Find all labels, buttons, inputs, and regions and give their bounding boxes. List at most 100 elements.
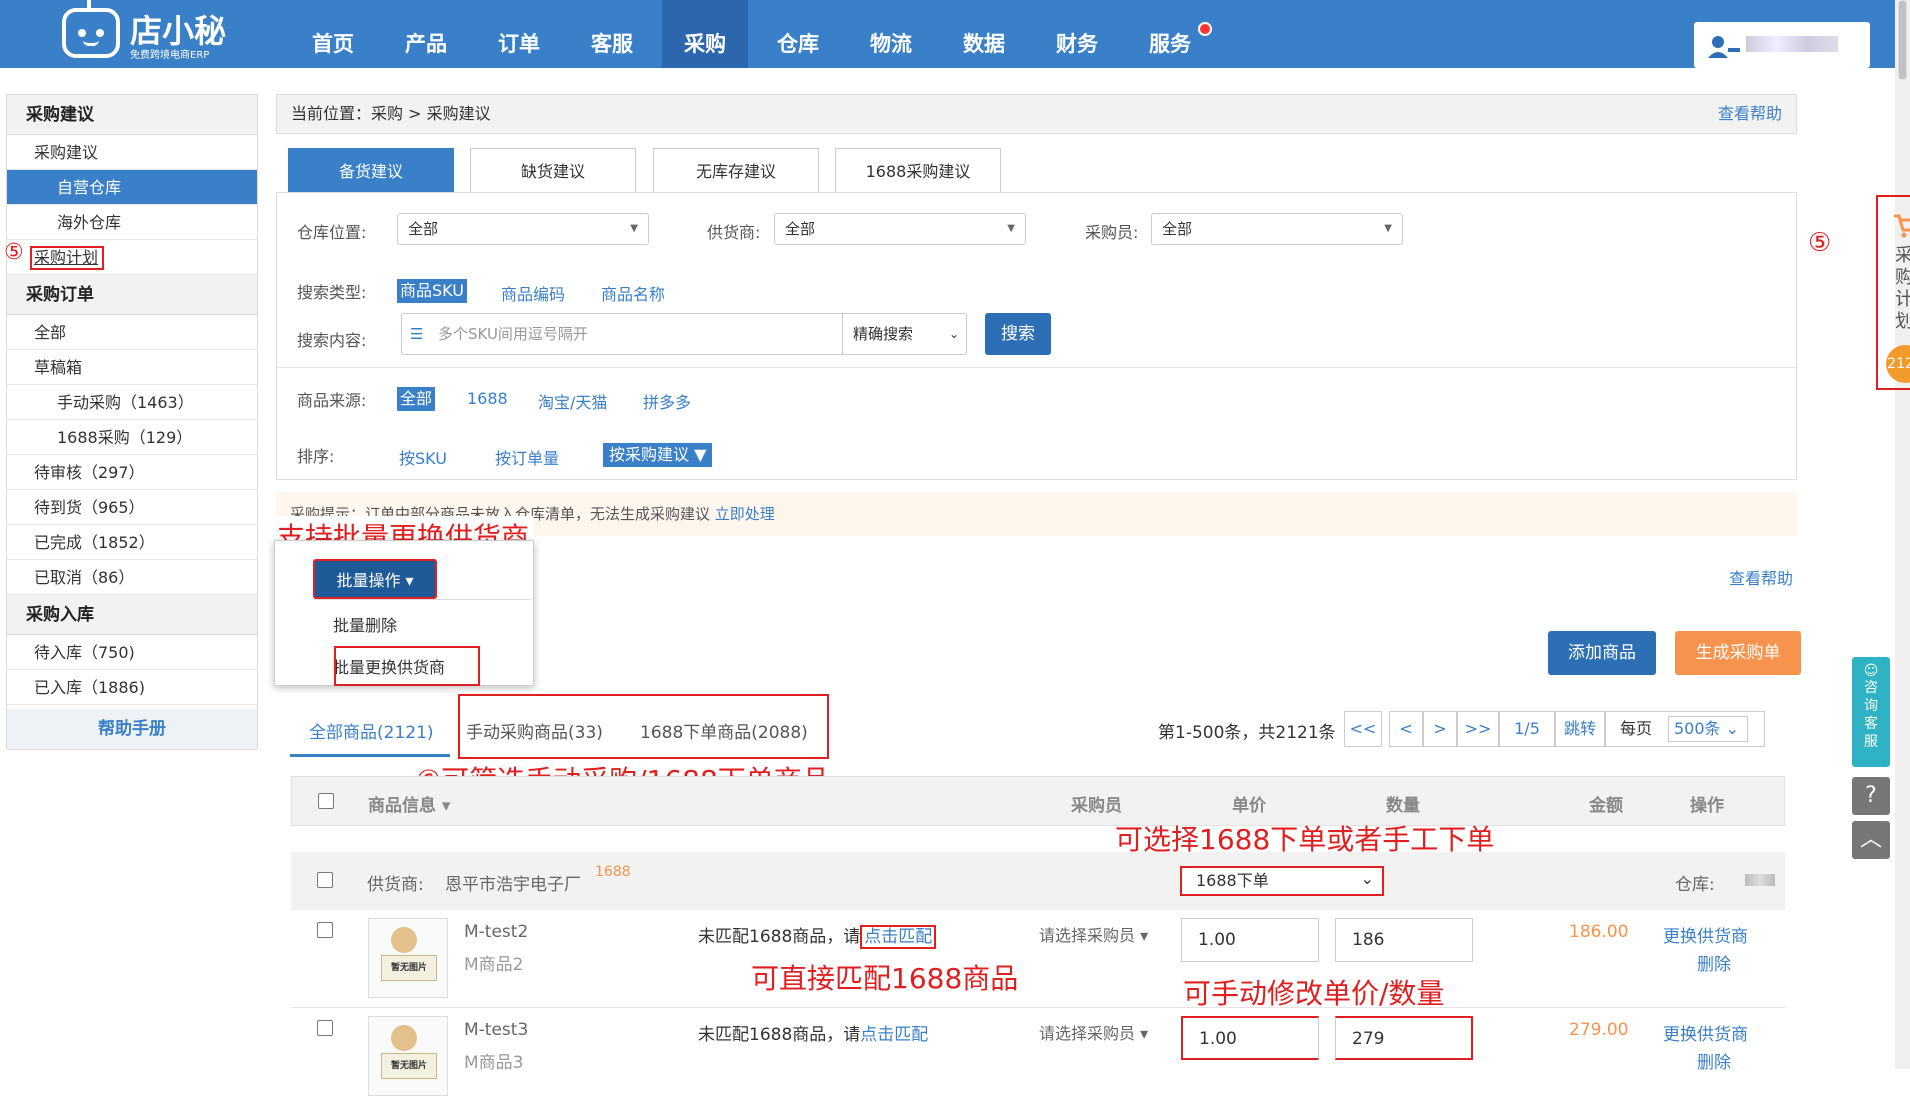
sidebar-item-awaiting-arrival[interactable]: 待到货（965） — [7, 490, 257, 525]
help-question-icon[interactable]: ? — [1852, 777, 1890, 815]
sidebar-item-completed[interactable]: 已完成（1852） — [7, 525, 257, 560]
float-label: 采购计划 — [1895, 245, 1910, 332]
nav-purchase[interactable]: 采购 — [662, 0, 748, 68]
sidebar-section-inbound[interactable]: 采购入库 — [7, 595, 257, 635]
pager-info: 第1-500条，共2121条 — [1158, 723, 1336, 743]
nav-services[interactable]: 服务 — [1135, 0, 1205, 68]
sidebar-item-drafts[interactable]: 草稿箱 — [7, 350, 257, 385]
source-taobao[interactable]: 淘宝/天猫 — [538, 389, 607, 413]
nav-orders[interactable]: 订单 — [484, 0, 554, 68]
page-scrollbar[interactable] — [1895, 0, 1910, 1069]
tab-1688-suggestion[interactable]: 1688采购建议 — [835, 148, 1001, 193]
select-all-checkbox[interactable] — [318, 793, 334, 809]
tab-stock-suggestion[interactable]: 备货建议 — [288, 148, 454, 193]
pager-prev[interactable]: < — [1389, 711, 1423, 747]
price-input[interactable]: 1.00 — [1181, 1016, 1319, 1060]
order-mode-select[interactable]: 1688下单 ⌄ — [1180, 866, 1384, 896]
source-pinduoduo[interactable]: 拼多多 — [643, 389, 691, 413]
add-product-button[interactable]: 添加商品 — [1548, 631, 1656, 675]
change-supplier-link[interactable]: 更换供货商 — [1663, 1020, 1748, 1045]
delete-link[interactable]: 删除 — [1697, 950, 1731, 975]
search-type-name[interactable]: 商品名称 — [601, 281, 665, 305]
table-row: 暂无图片 M-test2 M商品2 未匹配1688商品，请 点击匹配 请选择采购员… — [291, 910, 1785, 1008]
batch-ops-button[interactable]: 批量操作 ▾ — [313, 559, 437, 599]
header-product-info[interactable]: 商品信息 ▾ — [368, 791, 450, 816]
sidebar-item-1688[interactable]: 1688采购（129） — [7, 420, 257, 455]
header-amount: 金额 — [1589, 796, 1623, 816]
supplier-checkbox[interactable] — [317, 872, 333, 888]
product-name: M商品2 — [464, 955, 524, 975]
match-hint: 未匹配1688商品，请点击匹配 — [698, 922, 937, 949]
search-button[interactable]: 搜索 — [985, 313, 1051, 355]
menu-batch-delete[interactable]: 批量删除 — [333, 612, 397, 636]
nav-finance[interactable]: 财务 — [1042, 0, 1112, 68]
search-input[interactable]: ☰ 多个SKU间用逗号隔开 精确搜索 ⌄ — [401, 313, 967, 355]
qty-input[interactable]: 279 — [1335, 1016, 1473, 1060]
search-type-code[interactable]: 商品编码 — [501, 281, 565, 305]
buyer-select[interactable]: 全部 ▼ — [1151, 213, 1403, 245]
help-link[interactable]: 查看帮助 — [1718, 95, 1782, 133]
sort-by-sku[interactable]: 按SKU — [399, 445, 447, 469]
buyer-select[interactable]: 请选择采购员 ▾ — [1039, 1020, 1148, 1044]
nav-products[interactable]: 产品 — [391, 0, 461, 68]
change-supplier-link[interactable]: 更换供货商 — [1663, 922, 1748, 947]
match-hint: 未匹配1688商品，请点击匹配 — [698, 1020, 928, 1045]
nav-logistics[interactable]: 物流 — [856, 0, 926, 68]
tab-no-stock-suggestion[interactable]: 无库存建议 — [653, 148, 819, 193]
qty-input[interactable]: 186 — [1335, 918, 1473, 962]
match-link[interactable]: 点击匹配 — [860, 1025, 928, 1045]
delete-link[interactable]: 删除 — [1697, 1048, 1731, 1073]
sidebar-item-own-warehouse[interactable]: 自营仓库 — [7, 170, 257, 205]
row-checkbox[interactable] — [317, 1020, 333, 1036]
per-page-select[interactable]: 500条 ⌄ — [1668, 716, 1748, 742]
search-type-sku[interactable]: 商品SKU — [397, 279, 467, 303]
supplier-select[interactable]: 全部 ▼ — [774, 213, 1026, 245]
annotation-box-list-tabs — [458, 694, 829, 759]
supplier-value: 全部 — [785, 220, 816, 238]
pager-last[interactable]: >> — [1457, 711, 1499, 747]
sidebar-item-overseas-warehouse[interactable]: 海外仓库 — [7, 205, 257, 240]
list-tab-all[interactable]: 全部商品(2121) — [309, 718, 434, 743]
sort-by-orders[interactable]: 按订单量 — [495, 445, 559, 469]
annotation-edit-price-qty: 可手动修改单价/数量 — [1183, 977, 1445, 1010]
sidebar-item-all[interactable]: 全部 — [7, 315, 257, 350]
buyer-select-value: 请选择采购员 — [1039, 1024, 1136, 1043]
nav-home[interactable]: 首页 — [298, 0, 368, 68]
match-link[interactable]: 点击匹配 — [860, 925, 937, 949]
source-all[interactable]: 全部 — [397, 387, 436, 411]
warehouse-select[interactable]: 全部 ▼ — [397, 213, 649, 245]
sidebar-section-orders[interactable]: 采购订单 — [7, 275, 257, 315]
source-1688[interactable]: 1688 — [467, 389, 508, 408]
sidebar-item-cancelled[interactable]: 已取消（86） — [7, 560, 257, 595]
nav-warehouse[interactable]: 仓库 — [763, 0, 833, 68]
pager-first[interactable]: << — [1344, 711, 1382, 747]
sidebar-item-inbound-done[interactable]: 已入库（1886) — [7, 670, 257, 705]
search-mode-select[interactable]: 精确搜索 ⌄ — [842, 314, 967, 354]
sidebar-section-suggestions[interactable]: 采购建议 — [7, 95, 257, 135]
pager-page[interactable]: 1/5 — [1499, 711, 1555, 747]
sidebar-item-pending-review[interactable]: 待审核（297） — [7, 455, 257, 490]
warehouse-row-label: 仓库: — [1675, 875, 1715, 895]
nav-data[interactable]: 数据 — [949, 0, 1019, 68]
pager-jump[interactable]: 跳转 — [1555, 711, 1605, 747]
nav-service[interactable]: 客服 — [577, 0, 647, 68]
generate-po-button[interactable]: 生成采购单 — [1675, 631, 1801, 675]
tip-action-link[interactable]: 立即处理 — [715, 505, 775, 523]
sidebar-item-manual[interactable]: 手动采购（1463） — [7, 385, 257, 420]
pager-next[interactable]: > — [1423, 711, 1457, 747]
row-checkbox[interactable] — [317, 922, 333, 938]
consult-service-button[interactable]: ☺ 咨询客服 — [1852, 657, 1890, 767]
help-link-2[interactable]: 查看帮助 — [1729, 565, 1793, 589]
sort-by-suggestion[interactable]: 按采购建议 ▼ — [603, 443, 713, 467]
user-menu[interactable] — [1694, 22, 1870, 68]
purchase-plan-float[interactable]: 采购计划 2121 — [1876, 195, 1910, 390]
price-input[interactable]: 1.00 — [1181, 918, 1319, 962]
product-thumbnail: 暂无图片 — [368, 1016, 448, 1096]
help-manual-link[interactable]: 帮助手册 — [7, 709, 257, 749]
buyer-select[interactable]: 请选择采购员 ▾ — [1039, 922, 1148, 946]
tab-shortage-suggestion[interactable]: 缺货建议 — [470, 148, 636, 193]
per-page-value: 500条 — [1674, 719, 1721, 738]
sidebar-item-to-inbound[interactable]: 待入库（750) — [7, 635, 257, 670]
back-to-top-icon[interactable]: ︿ — [1852, 821, 1890, 859]
sidebar-item-suggestions[interactable]: 采购建议 — [7, 135, 257, 170]
